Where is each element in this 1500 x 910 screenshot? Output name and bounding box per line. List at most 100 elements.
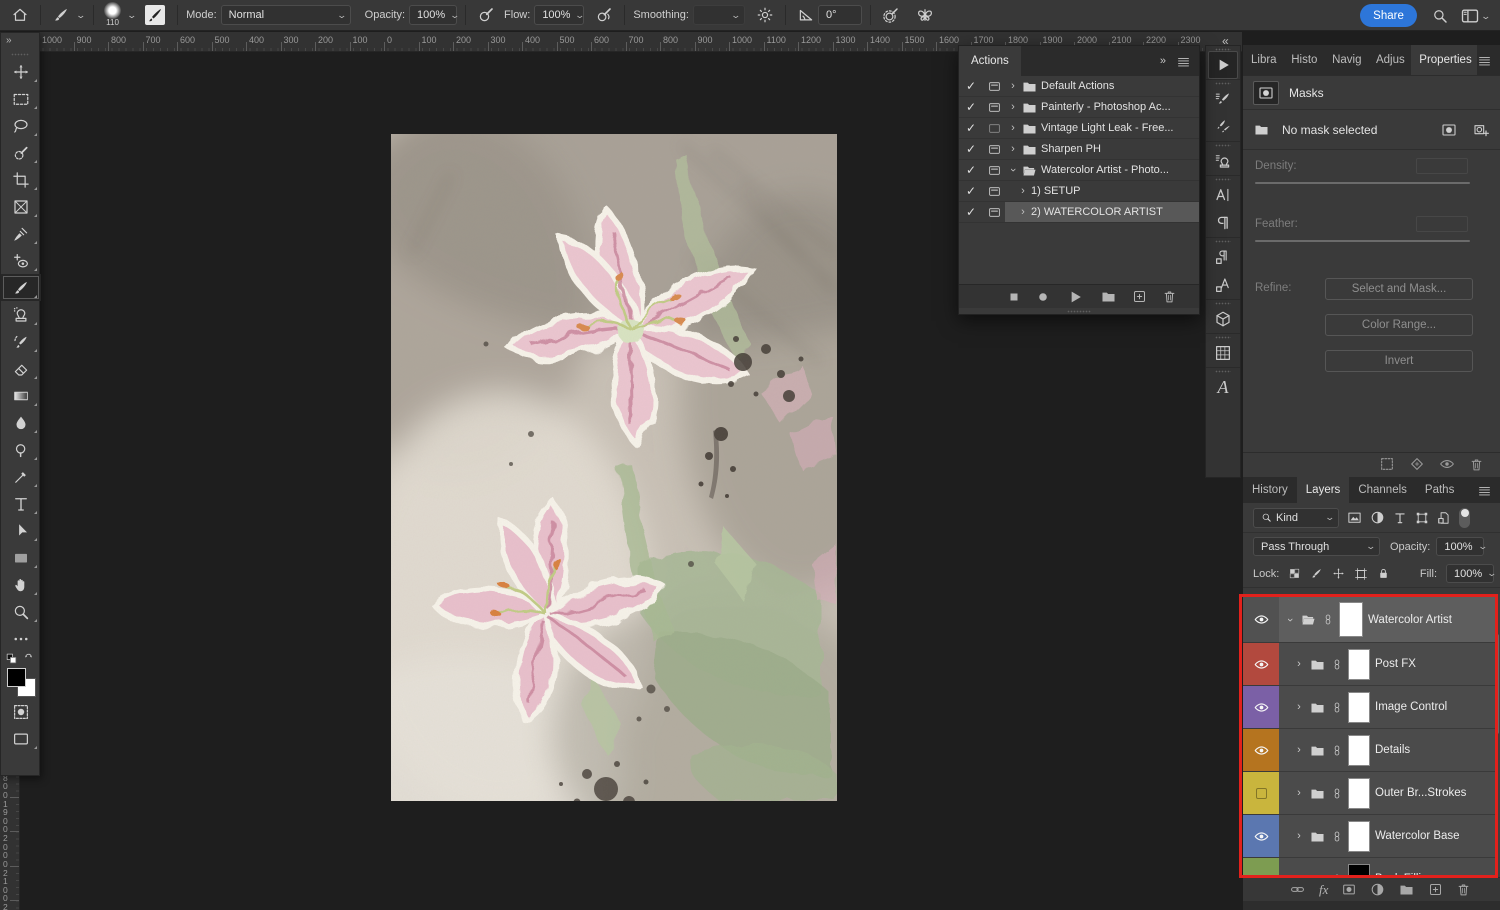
layer-name[interactable]: Outer Br...Strokes (1375, 787, 1466, 799)
clone-stamp-tool[interactable] (1, 301, 41, 328)
action-checkmark-icon[interactable]: ✓ (959, 142, 983, 156)
character-styles-panel-icon[interactable] (1208, 271, 1238, 299)
add-layer-mask-icon[interactable] (1341, 882, 1357, 897)
layer-mask-thumbnail[interactable] (1348, 649, 1370, 680)
filter-pixel-layers-icon[interactable] (1347, 510, 1362, 525)
record-button[interactable] (1036, 290, 1050, 304)
select-and-mask-button[interactable]: Select and Mask... (1325, 278, 1473, 300)
tab-history[interactable]: History (1243, 477, 1297, 503)
panel-menu-icon[interactable] (1176, 54, 1191, 69)
expand-chevron-icon[interactable]: › (1007, 162, 1019, 178)
opacity-select[interactable]: 100%⌄ (409, 5, 457, 25)
paragraph-styles-panel-icon[interactable] (1208, 243, 1238, 271)
eyedropper-tool[interactable] (1, 220, 41, 247)
layer-mask-thumbnail[interactable] (1348, 778, 1370, 809)
layer-visibility-eye-icon[interactable] (1254, 612, 1269, 627)
new-set-folder-button[interactable] (1100, 288, 1117, 305)
clone-source-panel-icon[interactable] (1208, 147, 1238, 175)
layer-visibility-eye-icon[interactable] (1254, 700, 1269, 715)
expand-chevron-icon[interactable]: › (1284, 615, 1296, 625)
layer-name[interactable]: Watercolor Base (1375, 830, 1460, 842)
marquee-tool[interactable] (1, 85, 41, 112)
properties-menu-icon[interactable] (1477, 53, 1492, 68)
mode-select[interactable]: Normal⌄ (221, 5, 351, 25)
expand-chevron-icon[interactable]: › (1015, 185, 1031, 197)
delete-action-button[interactable] (1162, 289, 1177, 304)
panel-grip[interactable] (1, 50, 39, 58)
action-checkmark-icon[interactable]: ✓ (959, 163, 983, 177)
more-tools[interactable] (1, 625, 41, 652)
delete-mask-icon[interactable] (1469, 457, 1484, 472)
action-checkmark-icon[interactable]: ✓ (959, 100, 983, 114)
feather-slider[interactable] (1255, 240, 1470, 242)
layer-mask-thumbnail[interactable] (1348, 692, 1370, 723)
filter-type-layers-icon[interactable] (1393, 511, 1407, 525)
new-layer-icon[interactable] (1428, 882, 1443, 897)
tab-layers[interactable]: Layers (1297, 477, 1350, 503)
dodge-tool[interactable] (1, 436, 41, 463)
tool-preset-picker[interactable]: ⌄ (49, 3, 85, 27)
airbrush-icon[interactable] (592, 3, 616, 27)
lock-paint-icon[interactable] (1310, 567, 1323, 580)
expand-chevron-icon[interactable]: › (1005, 80, 1021, 92)
layer-row[interactable]: ›Image Control (1243, 686, 1496, 729)
dialog-toggle-icon[interactable] (983, 80, 1005, 93)
dialog-toggle-icon[interactable] (983, 164, 1005, 177)
filter-smart-objects-icon[interactable] (1437, 511, 1451, 525)
pen-tool[interactable] (1, 463, 41, 490)
filter-shape-layers-icon[interactable] (1415, 511, 1429, 525)
brushes-panel-icon[interactable] (1208, 113, 1238, 141)
brush-tool[interactable] (1, 274, 41, 301)
gear-icon[interactable] (753, 3, 777, 27)
action-row[interactable]: ✓›Watercolor Artist - Photo... (959, 160, 1199, 181)
layer-opacity-select[interactable]: 100%⌄ (1436, 537, 1484, 556)
layer-row[interactable]: ›Watercolor Base (1243, 815, 1496, 858)
lock-all-icon[interactable] (1377, 567, 1390, 580)
layer-row[interactable]: ›Details (1243, 729, 1496, 772)
mask-mode-button[interactable] (1253, 81, 1279, 105)
layer-mask-icon[interactable] (1440, 122, 1458, 138)
tab-properties[interactable]: Properties (1411, 45, 1477, 75)
crop-tool[interactable] (1, 166, 41, 193)
fill-select[interactable]: 100%⌄ (1446, 564, 1494, 583)
layer-visibility-eye-icon[interactable] (1254, 829, 1269, 844)
lock-position-icon[interactable] (1332, 567, 1345, 580)
lock-artboard-icon[interactable] (1354, 567, 1368, 581)
layer-visibility-off-icon[interactable] (1256, 788, 1267, 799)
new-adjustment-layer-icon[interactable] (1370, 882, 1385, 897)
action-row[interactable]: ✓›1) SETUP (959, 181, 1199, 202)
action-row[interactable]: ✓›Vintage Light Leak - Free... (959, 118, 1199, 139)
flow-select[interactable]: 100%⌄ (534, 5, 584, 25)
pressure-size-icon[interactable] (879, 3, 903, 27)
frame-tool[interactable] (1, 193, 41, 220)
add-vector-mask-icon[interactable] (1472, 122, 1490, 138)
mask-link-icon[interactable] (1331, 743, 1343, 758)
layer-visibility-eye-icon[interactable] (1254, 743, 1269, 758)
toggle-mask-icon[interactable] (1439, 456, 1455, 472)
expand-chevron-icon[interactable]: › (1294, 701, 1304, 713)
layer-effects-icon[interactable]: fx (1319, 882, 1328, 898)
share-button[interactable]: Share (1360, 4, 1417, 27)
tab-histo[interactable]: Histo (1283, 45, 1324, 75)
new-action-button[interactable] (1132, 289, 1147, 304)
play-action-button[interactable] (1065, 287, 1085, 307)
tab-paths[interactable]: Paths (1416, 477, 1463, 503)
brush-preset-picker[interactable]: 110 ⌄ (102, 2, 136, 28)
pattern-preview-panel-icon[interactable] (1208, 339, 1238, 367)
move-tool[interactable] (1, 58, 41, 85)
threed-panel-icon[interactable] (1208, 305, 1238, 333)
history-brush-tool[interactable] (1, 328, 41, 355)
filter-adjustment-layers-icon[interactable] (1370, 510, 1385, 525)
quick-mask-button[interactable] (1, 698, 41, 725)
link-layers-icon[interactable] (1289, 882, 1306, 897)
foreground-color-swatch[interactable] (7, 668, 26, 687)
action-row[interactable]: ✓›Sharpen PH (959, 139, 1199, 160)
mask-link-icon[interactable] (1331, 786, 1343, 801)
collapse-panel-icon[interactable]: » (1160, 55, 1166, 67)
tab-libra[interactable]: Libra (1243, 45, 1283, 75)
quick-selection-tool[interactable] (1, 139, 41, 166)
tab-channels[interactable]: Channels (1349, 477, 1416, 503)
brush-settings-panel-icon[interactable] (1208, 85, 1238, 113)
screen-mode-button[interactable] (1, 725, 41, 752)
layer-mask-thumbnail[interactable] (1339, 602, 1363, 637)
